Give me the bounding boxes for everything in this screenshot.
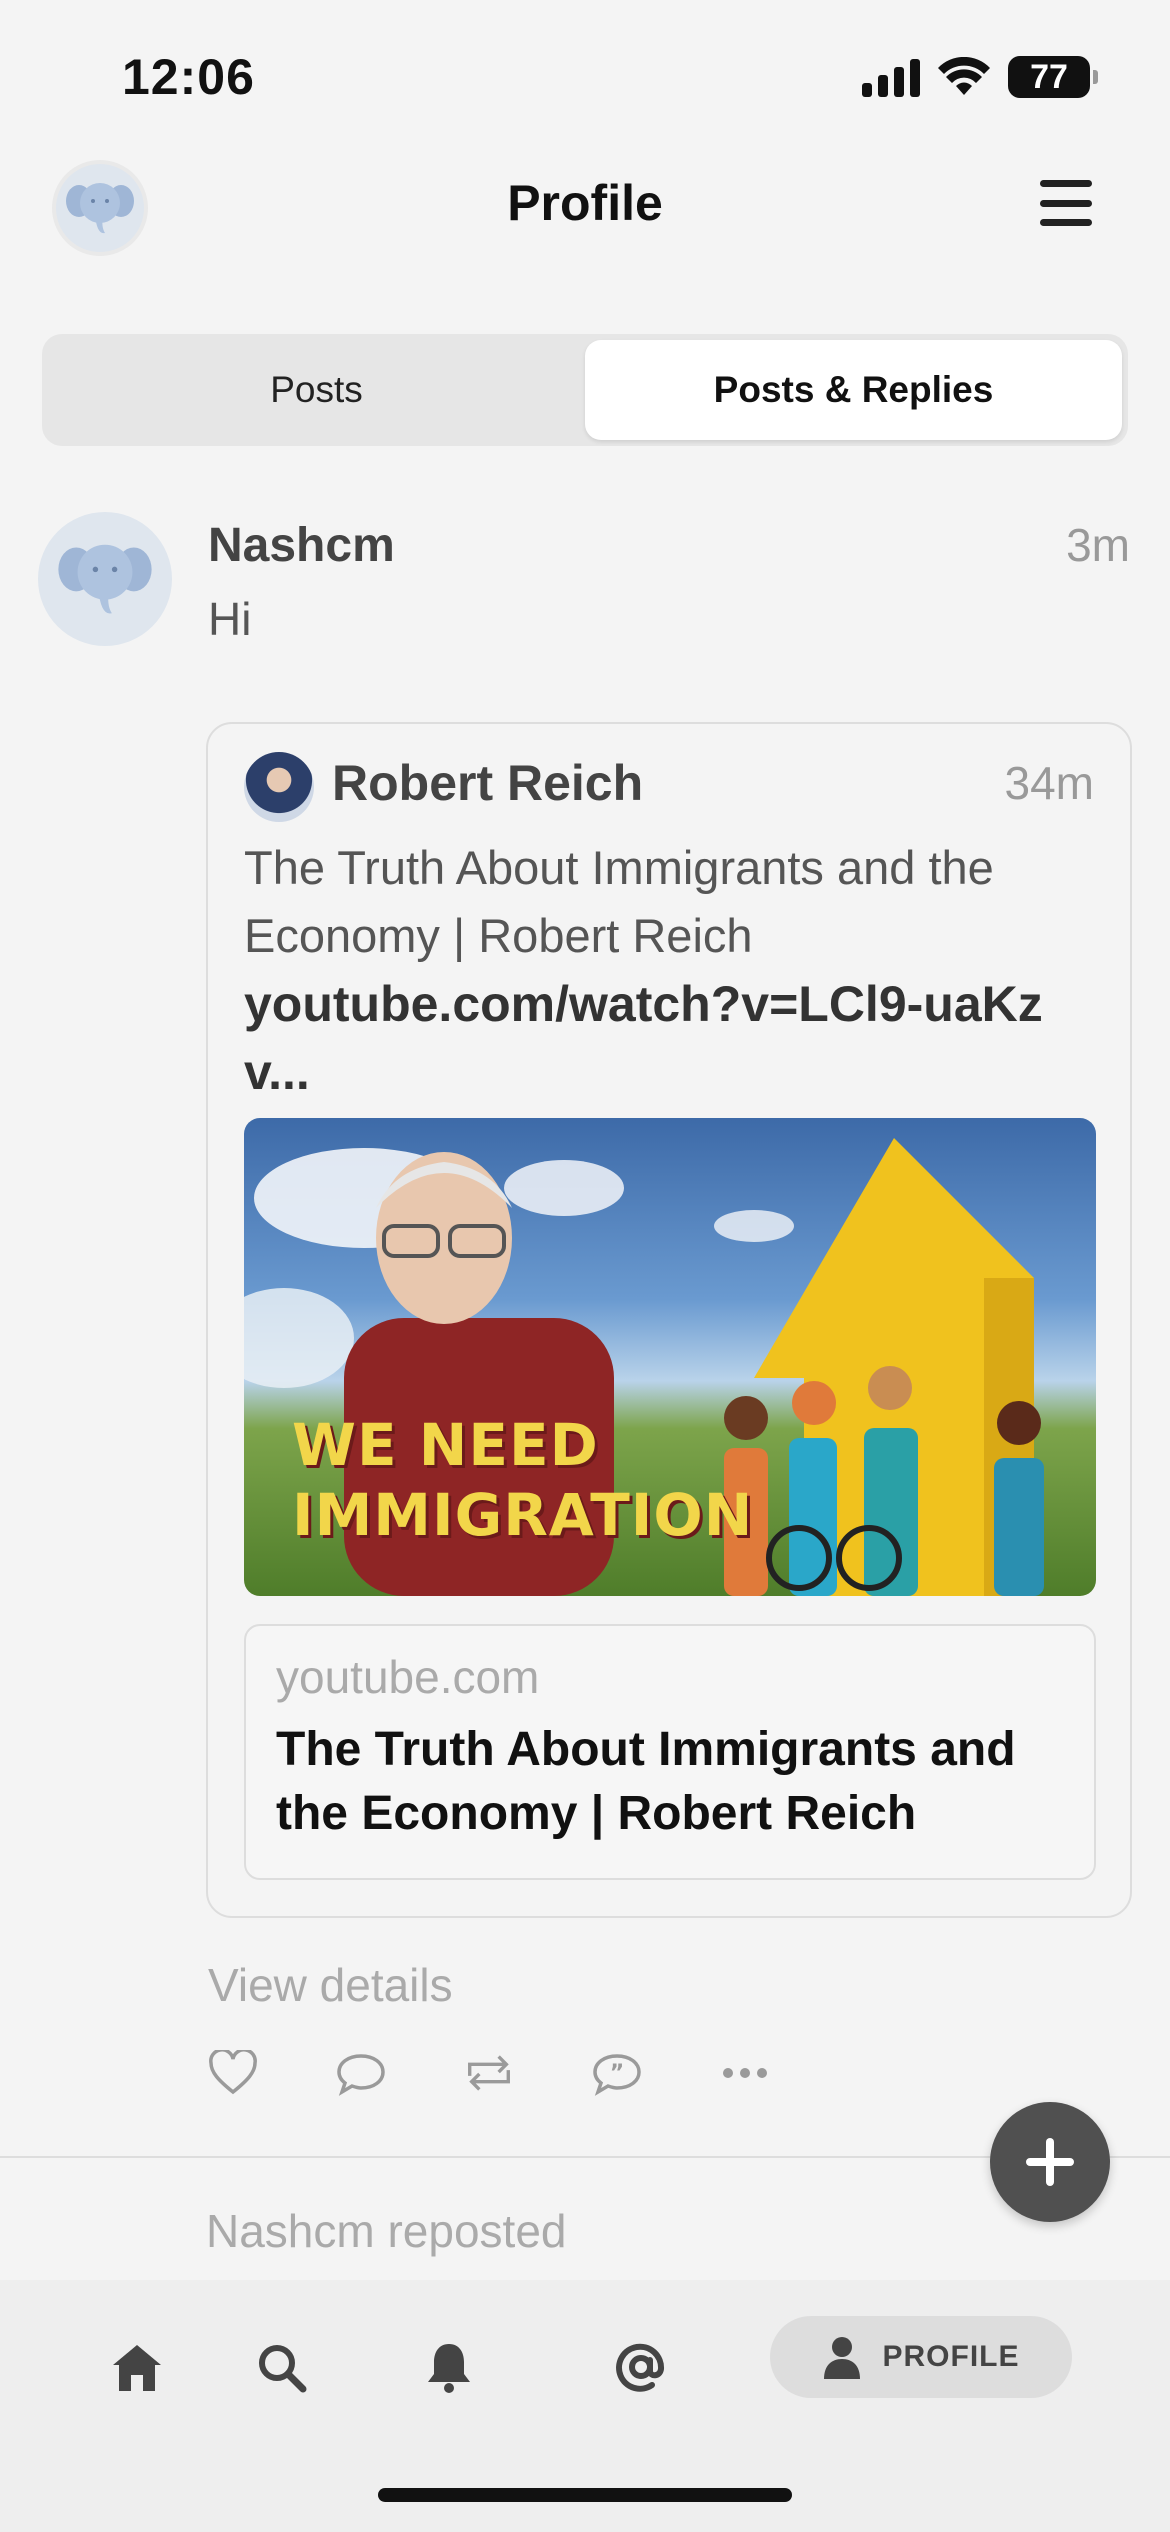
more-icon[interactable]	[718, 2046, 772, 2100]
profile-tabs: Posts Posts & Replies	[42, 334, 1128, 446]
quote-icon[interactable]: ”	[590, 2046, 644, 2100]
home-indicator	[378, 2488, 792, 2502]
person-icon	[824, 2337, 861, 2379]
post-text: Hi	[208, 593, 252, 645]
menu-icon[interactable]	[1040, 180, 1092, 226]
nav-bar: Profile	[0, 150, 1170, 260]
tab-posts-and-replies[interactable]: Posts & Replies	[585, 340, 1122, 440]
compose-button[interactable]	[990, 2102, 1110, 2222]
quoted-link[interactable]: youtube.com/watch?v=LCl9-uaKzv...	[244, 970, 1104, 1106]
heart-icon[interactable]	[206, 2046, 260, 2100]
search-icon[interactable]	[236, 2322, 326, 2412]
link-title: The Truth About Immigrants and the Econo…	[276, 1723, 1016, 1840]
avatar[interactable]	[244, 752, 314, 822]
signal-icon	[862, 57, 920, 97]
post-author[interactable]: Nashcm	[208, 518, 395, 573]
thumbnail-caption: WE NEED IMMIGRATION	[292, 1411, 754, 1549]
status-time: 12:06	[122, 49, 255, 105]
svg-text:”: ”	[610, 2061, 624, 2086]
wifi-icon	[938, 57, 990, 95]
repost-icon[interactable]	[462, 2046, 516, 2100]
elephant-icon	[58, 544, 152, 614]
plus-icon	[1026, 2138, 1074, 2186]
post-timestamp: 3m	[1066, 519, 1130, 571]
video-thumbnail[interactable]: WE NEED IMMIGRATION	[244, 1118, 1096, 1596]
link-domain: youtube.com	[276, 1651, 540, 1703]
post-actions: ”	[206, 2046, 772, 2100]
status-bar: 12:06 77	[0, 0, 1170, 140]
quoted-timestamp: 34m	[1004, 757, 1094, 809]
bell-icon[interactable]	[404, 2322, 494, 2412]
mention-icon[interactable]	[596, 2322, 686, 2412]
battery-icon: 77	[1008, 56, 1098, 98]
battery-level: 77	[1030, 57, 1068, 96]
page-title: Profile	[507, 175, 663, 231]
tab-profile[interactable]: PROFILE	[770, 2316, 1072, 2398]
link-preview-card[interactable]: youtube.com The Truth About Immigrants a…	[244, 1624, 1096, 1880]
quoted-author[interactable]: Robert Reich	[332, 754, 643, 812]
home-icon[interactable]	[92, 2322, 182, 2412]
repost-label: Nashcm reposted	[206, 2205, 567, 2257]
quoted-text: The Truth About Immigrants and the Econo…	[244, 841, 994, 962]
avatar[interactable]	[38, 512, 172, 646]
tab-posts[interactable]: Posts	[48, 340, 585, 440]
view-details-link[interactable]: View details	[208, 1958, 453, 2012]
status-icons: 77	[862, 56, 1098, 98]
quoted-post[interactable]: Robert Reich 34m The Truth About Immigra…	[206, 722, 1132, 1918]
comment-icon[interactable]	[334, 2046, 388, 2100]
tab-profile-label: PROFILE	[882, 2340, 1020, 2373]
